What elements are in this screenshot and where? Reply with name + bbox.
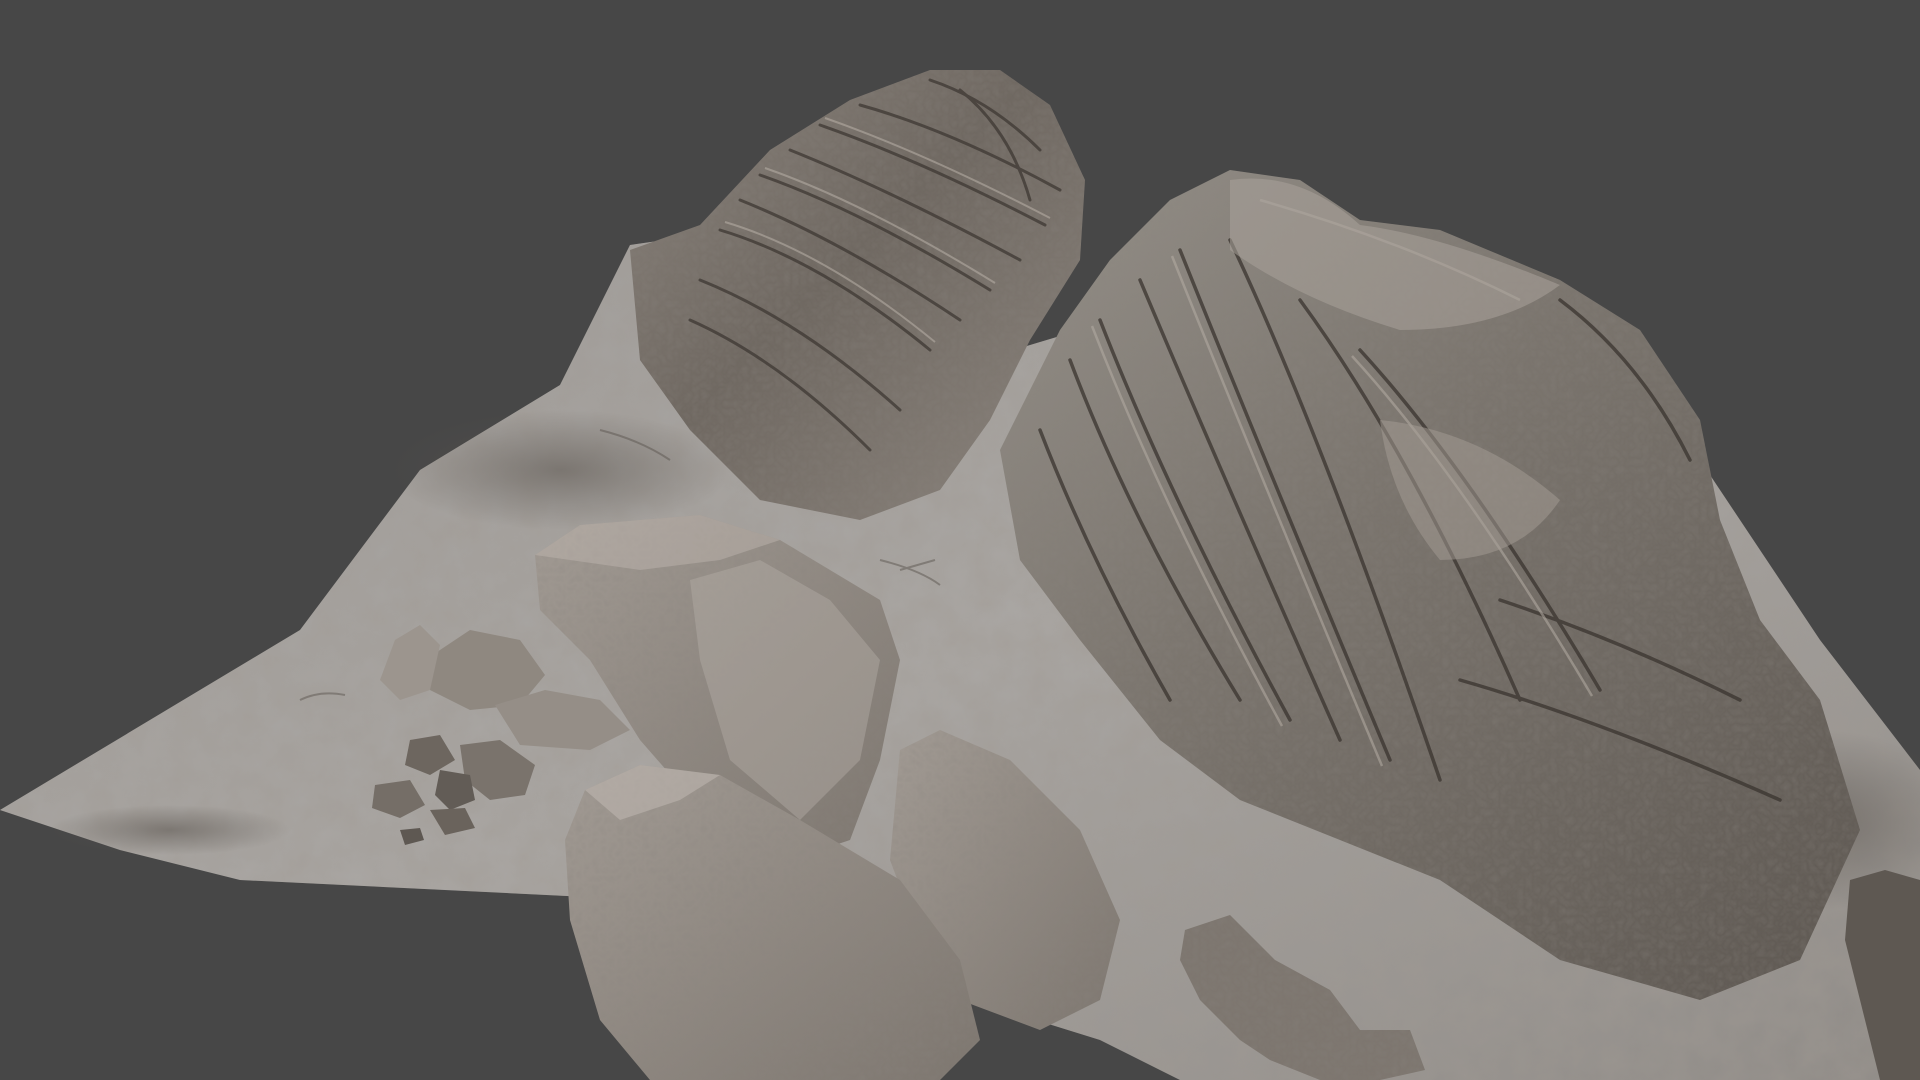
terrain-render (0, 70, 1920, 1080)
3d-viewport[interactable] (0, 0, 1920, 1080)
